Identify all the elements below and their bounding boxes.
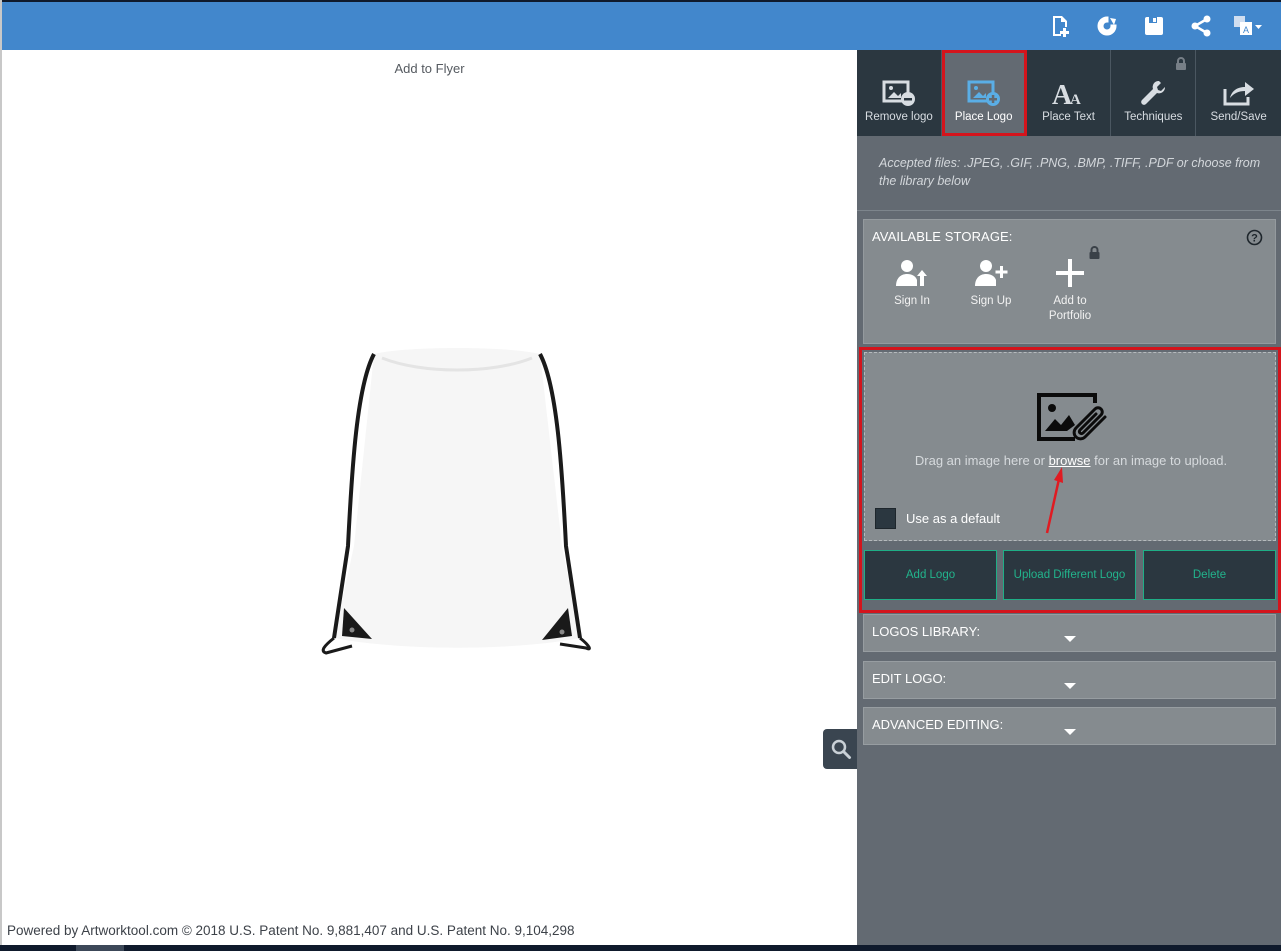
tool-panel: Remove logo Place Logo A A Place Text Te… (857, 50, 1281, 945)
powered-by-footer: Powered by Artworktool.com © 2018 U.S. P… (7, 923, 575, 938)
image-drop-zone[interactable]: Drag an image here or browse for an imag… (864, 352, 1276, 541)
taskbar-tab[interactable] (76, 945, 124, 951)
save-button[interactable] (1130, 2, 1177, 50)
sign-up-button[interactable]: Sign Up (956, 255, 1026, 309)
accordion-label: ADVANCED EDITING: (872, 717, 1004, 732)
refresh-button[interactable] (1083, 2, 1130, 50)
caret-down-icon (1064, 636, 1076, 642)
sign-up-label: Sign Up (970, 295, 1012, 307)
drop-instructions: Drag an image here or browse for an imag… (865, 453, 1277, 468)
product-image-drawstring-bag (321, 348, 591, 655)
canvas-title: Add to Flyer (394, 61, 465, 76)
tab-remove-logo[interactable]: Remove logo (857, 50, 942, 136)
tab-label: Remove logo (865, 111, 933, 123)
wrench-icon (1141, 80, 1166, 105)
tab-send-save[interactable]: Send/Save (1196, 50, 1281, 136)
delete-logo-button[interactable]: Delete (1143, 550, 1276, 600)
sign-in-button[interactable]: Sign In (877, 255, 947, 309)
image-attachment-icon (1037, 393, 1107, 441)
accordion-label: EDIT LOGO: (872, 671, 947, 686)
user-sign-in-icon (896, 260, 927, 286)
upload-section: Drag an image here or browse for an imag… (859, 347, 1281, 613)
share-icon (1191, 15, 1210, 37)
language-button[interactable]: A (1224, 2, 1271, 50)
logos-library-accordion[interactable]: LOGOS LIBRARY: (863, 614, 1276, 652)
place-text-icon: A A (1052, 80, 1081, 107)
translate-icon: A (1233, 16, 1262, 35)
send-save-icon (1223, 82, 1254, 106)
save-icon (1144, 17, 1163, 35)
design-canvas[interactable]: Add to Flyer Powered by Artworktool.com … (2, 50, 859, 945)
svg-text:?: ? (1251, 233, 1258, 245)
upload-different-logo-button[interactable]: Upload Different Logo (1003, 550, 1136, 600)
tab-techniques[interactable]: Techniques (1111, 50, 1197, 136)
add-to-portfolio-label: Add to Portfolio (1048, 295, 1092, 322)
lock-icon (1089, 246, 1100, 259)
annotation-arrow (1045, 467, 1063, 534)
drop-text-after: for an image to upload. (1090, 453, 1228, 468)
lock-icon (1176, 57, 1187, 70)
help-icon[interactable]: ? (1246, 229, 1263, 246)
new-document-button[interactable] (1036, 2, 1083, 50)
new-document-icon (1052, 16, 1069, 37)
storage-title: AVAILABLE STORAGE: (872, 229, 1013, 244)
tab-place-text[interactable]: A A Place Text (1027, 50, 1112, 136)
top-toolbar: A (2, 2, 1281, 50)
drop-text-before: Drag an image here or (914, 453, 1049, 468)
tool-tabs: Remove logo Place Logo A A Place Text Te… (857, 50, 1281, 136)
sign-in-label: Sign In (894, 295, 930, 307)
place-logo-icon (967, 80, 1000, 106)
tab-label: Send/Save (1210, 111, 1267, 123)
plus-icon (1056, 259, 1084, 287)
caret-down-icon (1064, 683, 1076, 689)
caret-down-icon (1064, 729, 1076, 735)
svg-text:A: A (1242, 25, 1248, 35)
use-as-default-label: Use as a default (906, 511, 1000, 526)
add-to-portfolio-button[interactable]: Add to Portfolio (1035, 255, 1105, 324)
taskbar-strip (0, 945, 1281, 951)
divider (857, 210, 1281, 211)
user-add-icon (975, 260, 1008, 286)
advanced-editing-accordion[interactable]: ADVANCED EDITING: (863, 707, 1276, 745)
logo-action-buttons: Add Logo Upload Different Logo Delete (864, 550, 1276, 602)
refresh-icon (1097, 16, 1117, 36)
use-as-default-checkbox[interactable] (875, 508, 896, 529)
tab-place-logo[interactable]: Place Logo (941, 50, 1027, 136)
accordion-label: LOGOS LIBRARY: (872, 624, 981, 639)
accepted-files-note: Accepted files: .JPEG, .GIF, .PNG, .BMP,… (879, 156, 1261, 188)
svg-text:A: A (1070, 92, 1081, 107)
search-icon (831, 739, 851, 759)
share-button[interactable] (1177, 2, 1224, 50)
tab-label: Place Text (1042, 111, 1095, 123)
zoom-button[interactable] (823, 729, 859, 769)
remove-logo-icon (882, 80, 915, 106)
edit-logo-accordion[interactable]: EDIT LOGO: (863, 661, 1276, 699)
tab-label: Techniques (1124, 111, 1183, 123)
add-logo-button[interactable]: Add Logo (864, 550, 997, 600)
available-storage-section: AVAILABLE STORAGE: ? Sign In Sign Up Add… (863, 219, 1276, 344)
tab-label: Place Logo (954, 111, 1013, 123)
